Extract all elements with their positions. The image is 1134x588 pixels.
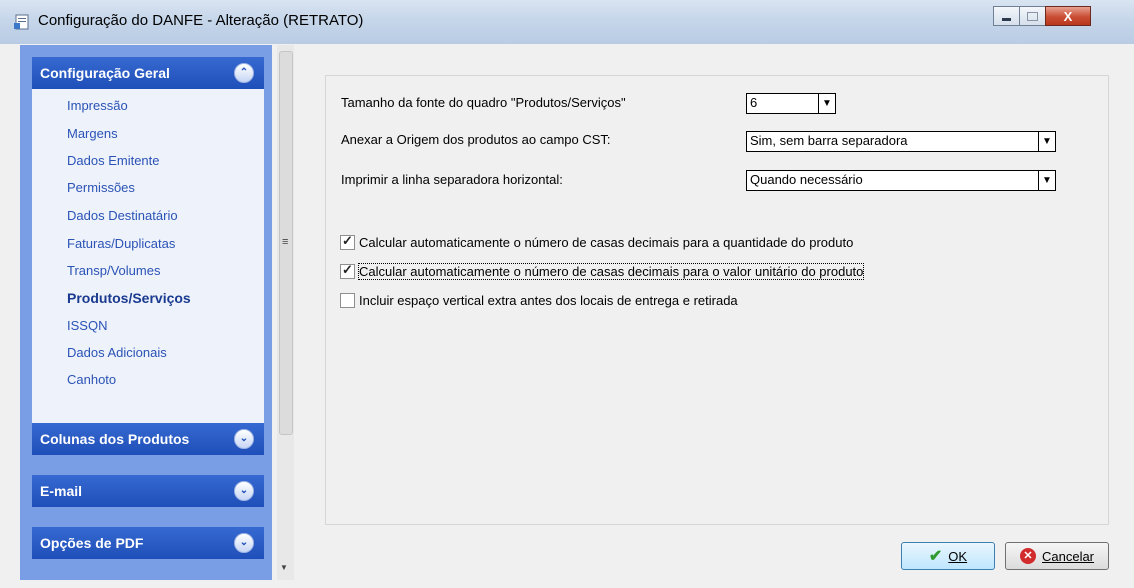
group-configuracao-geral[interactable]: Configuração Geral ⌃	[32, 57, 264, 89]
cancel-label: Cancelar	[1041, 548, 1095, 564]
chevron-down-icon[interactable]: ▼	[1038, 171, 1055, 190]
linha-separadora-label: Imprimir a linha separadora horizontal:	[341, 172, 563, 187]
sidebar-item-margens[interactable]: Margens	[67, 126, 118, 141]
checkmark-icon: ✔	[928, 548, 943, 565]
cancel-button[interactable]: ✕ Cancelar	[1005, 542, 1109, 570]
sidebar-item-impressao[interactable]: Impressão	[67, 98, 128, 113]
group-email[interactable]: E-mail ⌄	[32, 475, 264, 507]
checkbox-row-valor-unitario[interactable]: Calcular automaticamente o número de cas…	[340, 262, 865, 280]
linha-separadora-select[interactable]: Quando necessário ▼	[746, 170, 1056, 191]
sidebar-item-canhoto[interactable]: Canhoto	[67, 372, 116, 387]
cancel-icon: ✕	[1019, 548, 1036, 564]
sidebar-scrollbar[interactable]	[277, 45, 294, 580]
sidebar-item-permissoes[interactable]: Permissões	[67, 180, 135, 195]
checkbox-quantidade[interactable]	[340, 233, 355, 250]
sidebar-item-transp[interactable]: Transp/Volumes	[67, 263, 160, 278]
chevron-down-icon[interactable]: ▼	[1038, 132, 1055, 151]
font-size-label: Tamanho da fonte do quadro "Produtos/Ser…	[341, 95, 626, 110]
close-button[interactable]: X	[1045, 6, 1091, 26]
maximize-icon	[1027, 11, 1038, 21]
group-title: Colunas dos Produtos	[40, 431, 190, 447]
group-title: E-mail	[40, 483, 83, 499]
chevron-down-icon[interactable]: ▼	[818, 94, 835, 113]
chevron-down-icon[interactable]: ⌄	[234, 429, 254, 449]
document-icon	[14, 14, 29, 30]
group-title: Configuração Geral	[40, 65, 170, 81]
group-colunas-produtos[interactable]: Colunas dos Produtos ⌄	[32, 423, 264, 455]
minimize-icon	[1002, 17, 1011, 21]
select-value: 6	[750, 95, 758, 110]
checkbox-row-espaco-vertical[interactable]: Incluir espaço vertical extra antes dos …	[340, 291, 738, 309]
chevron-down-icon[interactable]: ⌄	[234, 533, 254, 553]
select-value: Sim, sem barra separadora	[750, 133, 908, 148]
checkbox-label: Incluir espaço vertical extra antes dos …	[359, 292, 738, 308]
chevron-up-icon[interactable]: ⌃	[234, 63, 254, 83]
origem-select[interactable]: Sim, sem barra separadora ▼	[746, 131, 1056, 152]
sidebar-item-issqn[interactable]: ISSQN	[67, 318, 107, 333]
title-bar: Configuração do DANFE - Alteração (RETRA…	[0, 0, 1134, 44]
scroll-down-icon[interactable]: ▼	[280, 563, 288, 572]
window-controls: X	[993, 6, 1091, 26]
chevron-down-icon[interactable]: ⌄	[234, 481, 254, 501]
sidebar-item-dados-destinatario[interactable]: Dados Destinatário	[67, 208, 178, 223]
checkbox-valor-unitario[interactable]	[340, 262, 355, 279]
font-size-select[interactable]: 6 ▼	[746, 93, 836, 114]
sidebar-item-faturas[interactable]: Faturas/Duplicatas	[67, 236, 175, 251]
checkbox-row-quantidade[interactable]: Calcular automaticamente o número de cas…	[340, 233, 853, 251]
checkbox-espaco-vertical[interactable]	[340, 292, 355, 308]
minimize-button[interactable]	[993, 6, 1020, 26]
sidebar-item-dados-adicionais[interactable]: Dados Adicionais	[67, 345, 167, 360]
sidebar-item-produtos-servicos[interactable]: Produtos/Serviços	[67, 290, 191, 306]
sidebar: Configuração Geral ⌃ Colunas dos Produto…	[20, 45, 272, 580]
group-title: Opções de PDF	[40, 535, 144, 551]
sidebar-item-dados-emitente[interactable]: Dados Emitente	[67, 153, 160, 168]
group-opcoes-pdf[interactable]: Opções de PDF ⌄	[32, 527, 264, 559]
maximize-button[interactable]	[1019, 6, 1046, 26]
window-title: Configuração do DANFE - Alteração (RETRA…	[38, 12, 364, 29]
origem-label: Anexar a Origem dos produtos ao campo CS…	[341, 132, 611, 147]
ok-label: OK	[948, 548, 968, 564]
checkbox-label: Calcular automaticamente o número de cas…	[359, 234, 854, 250]
dialog-window: Configuração do DANFE - Alteração (RETRA…	[0, 0, 1134, 588]
close-icon: X	[1063, 8, 1073, 24]
checkbox-label: Calcular automaticamente o número de cas…	[357, 262, 865, 280]
grip-icon: ≡	[282, 236, 289, 248]
select-value: Quando necessário	[750, 172, 863, 187]
ok-button[interactable]: ✔ OK	[901, 542, 995, 570]
